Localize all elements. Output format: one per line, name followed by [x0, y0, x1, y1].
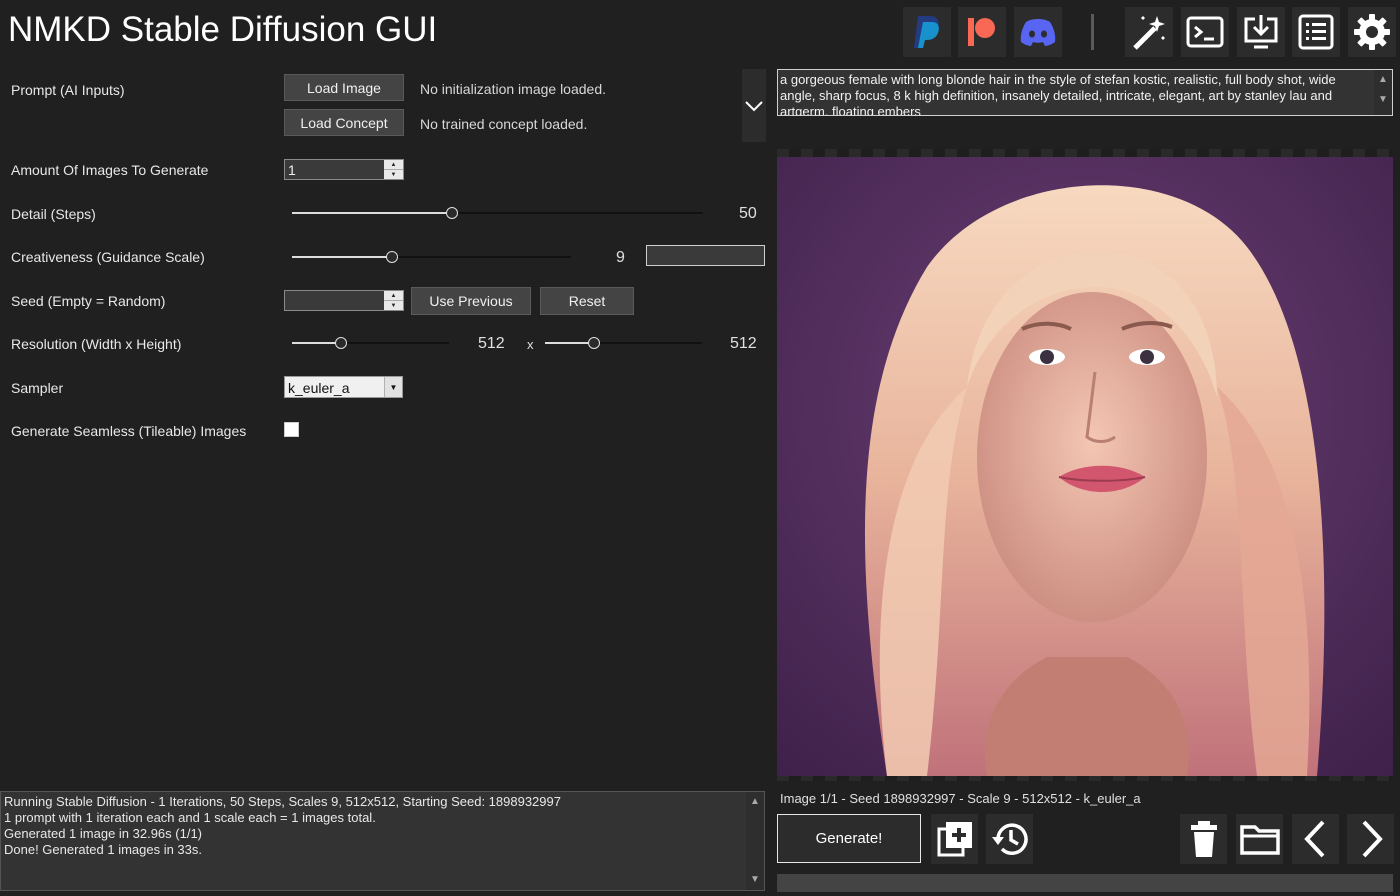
seamless-checkbox[interactable]: [284, 422, 299, 437]
guidance-text-input[interactable]: [646, 245, 765, 266]
width-slider[interactable]: [292, 337, 449, 349]
log-list-icon: [1298, 14, 1334, 50]
steps-slider-fill: [292, 212, 452, 214]
height-slider-track: [594, 342, 702, 344]
delete-image-button[interactable]: [1180, 814, 1227, 864]
steps-slider-track: [452, 212, 703, 214]
history-icon: [991, 823, 1028, 855]
guidance-slider[interactable]: [292, 251, 571, 263]
logs-button[interactable]: [1292, 7, 1340, 57]
load-concept-button[interactable]: Load Concept: [284, 109, 404, 136]
use-previous-seed-button[interactable]: Use Previous: [411, 287, 531, 315]
discord-icon: [1020, 19, 1056, 46]
add-to-queue-button[interactable]: [931, 814, 978, 864]
previous-image-icon: [1303, 820, 1324, 858]
guidance-slider-fill: [292, 256, 392, 258]
scroll-down-icon[interactable]: ▼: [1374, 90, 1392, 110]
prompt-label: Prompt (AI Inputs): [11, 82, 125, 98]
steps-slider-thumb[interactable]: [446, 207, 458, 219]
settings-gear-icon: [1354, 14, 1390, 50]
log-line: Generated 1 image in 32.96s (1/1): [4, 826, 203, 841]
seed-spinner[interactable]: ▲ ▼: [384, 291, 403, 310]
prompt-textbox[interactable]: a gorgeous female with long blonde hair …: [777, 69, 1393, 116]
scroll-down-icon[interactable]: ▼: [746, 870, 764, 890]
reset-seed-button[interactable]: Reset: [540, 287, 634, 315]
scroll-up-icon[interactable]: ▲: [1374, 70, 1392, 90]
spin-down-icon[interactable]: ▼: [384, 301, 403, 310]
delete-icon: [1190, 821, 1217, 857]
terminal-icon: [1186, 16, 1224, 48]
image-info: Image 1/1 - Seed 1898932997 - Scale 9 - …: [780, 791, 1141, 806]
log-textbox[interactable]: Running Stable Diffusion - 1 Iterations,…: [0, 791, 765, 891]
height-value: 512: [730, 335, 757, 352]
expand-prompt-button[interactable]: [742, 69, 766, 142]
settings-button[interactable]: [1348, 7, 1396, 57]
height-slider-thumb[interactable]: [588, 337, 600, 349]
spin-up-icon[interactable]: ▲: [384, 291, 403, 301]
chevron-down-icon: [745, 100, 763, 111]
guidance-value: 9: [616, 249, 625, 266]
open-folder-button[interactable]: [1236, 814, 1283, 864]
history-button[interactable]: [986, 814, 1033, 864]
discord-button[interactable]: [1014, 7, 1062, 57]
prompt-text[interactable]: a gorgeous female with long blonde hair …: [780, 72, 1365, 115]
seed-label: Seed (Empty = Random): [11, 293, 166, 309]
seed-input[interactable]: ▲ ▼: [284, 290, 404, 311]
spin-up-icon[interactable]: ▲: [384, 160, 403, 170]
progress-bar: [777, 874, 1393, 892]
guidance-slider-thumb[interactable]: [386, 251, 398, 263]
log-line: Running Stable Diffusion - 1 Iterations,…: [4, 794, 561, 809]
steps-slider[interactable]: [292, 207, 703, 219]
height-slider[interactable]: [545, 337, 702, 349]
paypal-icon: [914, 16, 939, 48]
resolution-label: Resolution (Width x Height): [11, 336, 182, 352]
toolbar-separator: [1091, 14, 1094, 50]
sampler-label: Sampler: [11, 380, 64, 396]
previous-image-button[interactable]: [1292, 814, 1339, 864]
patreon-icon: [968, 18, 995, 46]
sampler-selected: k_euler_a: [288, 380, 350, 396]
generated-image[interactable]: [777, 157, 1393, 776]
width-slider-fill: [292, 342, 341, 344]
seamless-label: Generate Seamless (Tileable) Images: [11, 423, 247, 439]
guidance-slider-track: [392, 256, 571, 258]
amount-label: Amount Of Images To Generate: [11, 162, 209, 178]
add-to-queue-icon: [937, 822, 972, 857]
magic-wand-icon: [1133, 16, 1165, 50]
init-image-status: No initialization image loaded.: [420, 81, 606, 97]
open-folder-icon: [1239, 825, 1280, 855]
scroll-up-icon[interactable]: ▲: [746, 792, 764, 812]
amount-value[interactable]: 1: [288, 162, 296, 178]
generate-button[interactable]: Generate!: [777, 814, 921, 863]
terminal-button[interactable]: [1181, 7, 1229, 57]
resolution-separator: x: [527, 337, 534, 352]
install-icon: [1244, 15, 1278, 49]
prompt-scrollbar[interactable]: ▲ ▼: [1374, 70, 1392, 115]
guidance-label: Creativeness (Guidance Scale): [11, 249, 205, 265]
log-line: Done! Generated 1 images in 33s.: [4, 842, 203, 857]
patreon-button[interactable]: [958, 7, 1006, 57]
amount-spinner[interactable]: ▲ ▼: [384, 160, 403, 179]
amount-stepper[interactable]: 1 ▲ ▼: [284, 159, 404, 180]
width-slider-track: [341, 342, 449, 344]
log-line: 1 prompt with 1 iteration each and 1 sca…: [4, 810, 376, 825]
width-slider-thumb[interactable]: [335, 337, 347, 349]
installer-button[interactable]: [1237, 7, 1285, 57]
sampler-dropdown[interactable]: k_euler_a ▼: [284, 376, 403, 398]
load-image-button[interactable]: Load Image: [284, 74, 404, 101]
spin-down-icon[interactable]: ▼: [384, 170, 403, 179]
height-slider-fill: [545, 342, 594, 344]
next-image-icon: [1362, 820, 1383, 858]
postprocessing-button[interactable]: [1125, 7, 1173, 57]
width-value: 512: [478, 335, 505, 352]
paypal-button[interactable]: [903, 7, 951, 57]
dropdown-arrow-icon[interactable]: ▼: [384, 377, 402, 397]
concept-status: No trained concept loaded.: [420, 116, 588, 132]
app-title: NMKD Stable Diffusion GUI: [8, 10, 438, 49]
log-scrollbar[interactable]: ▲ ▼: [746, 792, 764, 890]
steps-label: Detail (Steps): [11, 206, 96, 222]
next-image-button[interactable]: [1347, 814, 1394, 864]
steps-value: 50: [739, 205, 757, 222]
